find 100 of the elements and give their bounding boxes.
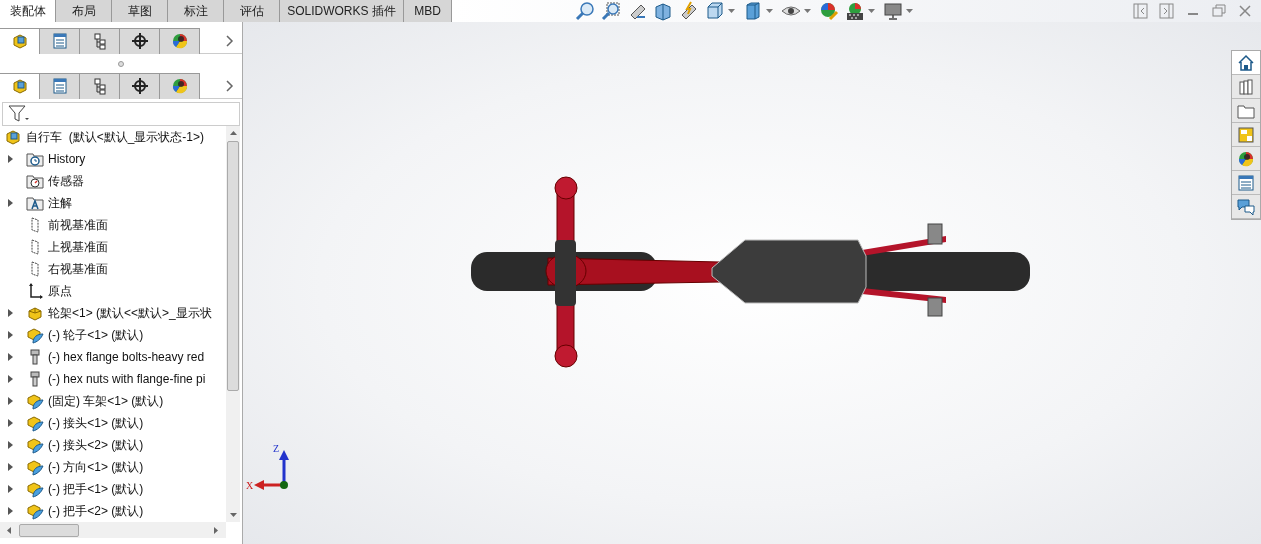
assembly-icon — [4, 128, 22, 146]
part-feather-icon — [26, 326, 44, 344]
axis-label: Z — [273, 443, 280, 454]
caret-icon[interactable] — [906, 9, 913, 13]
caret-icon[interactable] — [868, 9, 875, 13]
color-ball-icon — [170, 32, 189, 50]
color-ball-icon — [1237, 149, 1255, 168]
annotation-folder-icon — [26, 194, 44, 212]
scroll-down-icon[interactable] — [229, 513, 237, 517]
expand-arrow-icon[interactable] — [7, 199, 13, 207]
expand-arrow-icon[interactable] — [7, 419, 13, 427]
lightning-icon[interactable] — [679, 1, 699, 21]
tree-item-label[interactable]: 传感器 — [48, 172, 84, 190]
tree-item-label[interactable]: 轮架<1> (默认<<默认>_显示状 — [48, 304, 212, 322]
horizontal-scrollbar[interactable] — [0, 522, 226, 538]
tree-item-label[interactable]: 自行车 (默认<默认_显示状态-1>) — [26, 128, 205, 146]
part-feather-icon — [26, 480, 44, 498]
tree-item-label[interactable]: (-) 接头<2> (默认) — [48, 436, 144, 454]
books-icon[interactable] — [1237, 77, 1255, 96]
color-ball-pencil-icon[interactable] — [819, 1, 839, 21]
ribbon-tab[interactable]: SOLIDWORKS 插件 — [280, 0, 404, 22]
close-icon[interactable] — [1237, 3, 1253, 19]
expand-arrow-icon[interactable] — [7, 507, 13, 515]
part-feather-icon — [26, 458, 44, 476]
list-icon[interactable] — [1237, 173, 1255, 192]
tree-item-label[interactable]: 上视基准面 — [48, 238, 108, 256]
ribbon-tab[interactable]: 评估 — [224, 0, 280, 22]
cube-icon — [10, 32, 29, 50]
shaded-box-icon[interactable] — [743, 1, 763, 21]
scroll-up-icon[interactable] — [229, 131, 237, 135]
part-feather-icon — [26, 502, 44, 520]
caret-icon[interactable] — [766, 9, 773, 13]
axis-label: X — [246, 480, 254, 491]
part-feather-icon — [26, 392, 44, 410]
filter-field[interactable] — [2, 102, 240, 126]
ribbon-tab[interactable]: 装配体 — [0, 0, 56, 22]
tree-item-label[interactable]: 前视基准面 — [48, 216, 108, 234]
caret-icon[interactable] — [804, 9, 811, 13]
expand-arrow-icon[interactable] — [7, 485, 13, 493]
chevron-icon[interactable] — [226, 79, 234, 92]
crosshair-icon — [130, 77, 149, 95]
expand-arrow-icon[interactable] — [7, 353, 13, 361]
list-icon — [50, 77, 69, 95]
crosshair-icon — [130, 32, 149, 50]
tree-item-label[interactable]: (-) 接头<1> (默认) — [48, 414, 144, 432]
scroll-left-icon[interactable] — [7, 526, 11, 534]
tree-item-label[interactable]: (固定) 车架<1> (默认) — [48, 392, 164, 410]
scrollbar-thumb[interactable] — [227, 141, 239, 391]
clock-folder-icon — [26, 150, 44, 168]
tree-item-label[interactable]: 原点 — [48, 282, 72, 300]
tree-item-label[interactable]: (-) hex nuts with flange-fine pi — [48, 370, 206, 388]
part-feather-icon — [26, 414, 44, 432]
monitor-icon[interactable] — [883, 1, 903, 21]
cube-view-icon[interactable] — [705, 1, 725, 21]
expand-arrow-icon[interactable] — [7, 397, 13, 405]
cube-icon — [10, 77, 29, 95]
gauge-folder-icon — [26, 172, 44, 190]
chat-icon[interactable] — [1237, 197, 1255, 216]
tree-item-label[interactable]: (-) 方向<1> (默认) — [48, 458, 144, 476]
caret-icon[interactable] — [728, 9, 735, 13]
origin-icon — [26, 282, 44, 300]
tree-item-label[interactable]: History — [48, 150, 86, 168]
panel-tab[interactable] — [160, 72, 200, 99]
ribbon-tab[interactable]: MBD — [404, 0, 452, 22]
zoom-icon[interactable] — [575, 1, 595, 21]
list-icon — [50, 32, 69, 50]
ribbon-tab[interactable]: 标注 — [168, 0, 224, 22]
tree-item-label[interactable]: 注解 — [48, 194, 72, 212]
tree-item-label[interactable]: (-) 轮子<1> (默认) — [48, 326, 144, 344]
expand-arrow-icon[interactable] — [7, 155, 13, 163]
scene-icon[interactable] — [845, 1, 865, 21]
scroll-right-icon[interactable] — [214, 526, 218, 534]
zoom-box-icon[interactable] — [601, 1, 621, 21]
vertical-scrollbar[interactable] — [226, 126, 240, 522]
section-view-icon[interactable] — [653, 1, 673, 21]
tree-item-label[interactable]: (-) hex flange bolts-heavy red — [48, 348, 205, 366]
pane-left-icon[interactable] — [1133, 3, 1149, 19]
splitter-handle-icon[interactable] — [118, 60, 124, 67]
home-icon[interactable] — [1237, 53, 1255, 72]
panel-tab[interactable] — [160, 27, 200, 54]
filter-icon — [8, 105, 30, 123]
expand-arrow-icon[interactable] — [7, 331, 13, 339]
tree-item-label[interactable]: 右视基准面 — [48, 260, 108, 278]
layout-icon[interactable] — [1237, 125, 1255, 144]
chevron-icon[interactable] — [226, 34, 234, 47]
ribbon-tab[interactable]: 草图 — [112, 0, 168, 22]
tree-item-label[interactable]: (-) 把手<2> (默认) — [48, 502, 144, 520]
expand-arrow-icon[interactable] — [7, 463, 13, 471]
part-feather-icon — [26, 436, 44, 454]
panel-tab[interactable] — [120, 72, 160, 99]
ribbon-tab[interactable]: 布局 — [56, 0, 112, 22]
pane-right-icon[interactable] — [1159, 3, 1175, 19]
expand-arrow-icon[interactable] — [7, 375, 13, 383]
scrollbar-thumb[interactable] — [19, 523, 79, 537]
axis-triad-drawing — [254, 450, 289, 490]
tree-item-label[interactable]: (-) 把手<1> (默认) — [48, 480, 144, 498]
expand-arrow-icon[interactable] — [7, 441, 13, 449]
color-ball-icon — [170, 77, 189, 95]
expand-arrow-icon[interactable] — [7, 309, 13, 317]
panel-tab[interactable] — [120, 27, 160, 54]
